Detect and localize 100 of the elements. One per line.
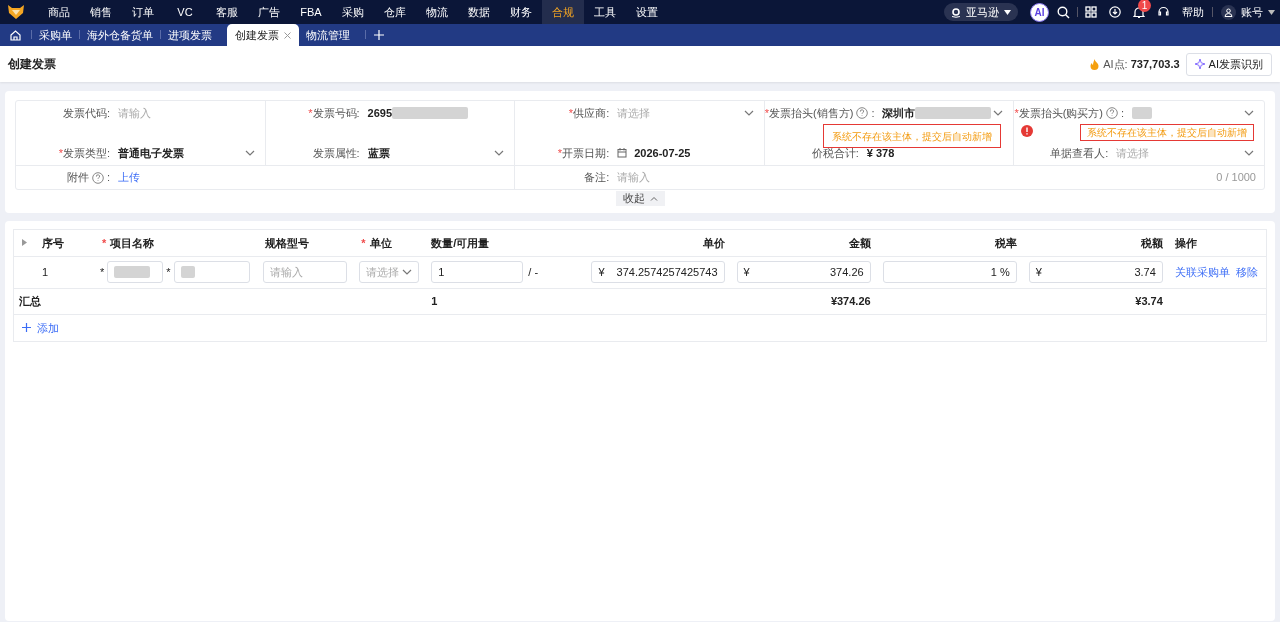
column-header: 项目名称 [110, 236, 155, 249]
input-field[interactable] [107, 261, 164, 283]
nav-item[interactable]: 客服 [206, 0, 248, 24]
field-value: 2695 [367, 105, 393, 121]
page-tab[interactable]: 创建发票 [227, 24, 299, 46]
flame-icon [1090, 58, 1100, 70]
warning-message: 系统不存在该主体，提交后自动新增 [1080, 124, 1254, 141]
field-label: 价税合计 [811, 145, 856, 161]
required-mark: * [58, 145, 63, 161]
chevron-down-icon [244, 150, 255, 156]
marketplace-selector[interactable]: 亚马逊 [944, 3, 1018, 21]
chevron-down-icon [494, 150, 505, 156]
field-label: 发票类型 [62, 145, 107, 161]
table-cell: ¥374.26 [830, 294, 871, 307]
redacted-block [114, 266, 151, 278]
nav-item[interactable]: FBA [290, 0, 332, 24]
ai-button[interactable]: AI [1030, 2, 1049, 22]
warning-message: 系统不存在该主体，提交后自动新增 [822, 124, 1001, 148]
help-link[interactable]: 帮助 [1182, 3, 1204, 21]
select-field[interactable]: 深圳市 [882, 104, 1004, 122]
available-quantity: / - [528, 264, 539, 280]
nav-item[interactable]: 工具 [584, 0, 626, 24]
field-label: 发票号码 [312, 105, 357, 121]
chevron-down-icon [743, 110, 754, 116]
account-menu[interactable]: 账号 [1241, 3, 1263, 21]
field-label: 发票属性 [312, 145, 357, 161]
apps-grid-icon[interactable] [1085, 6, 1097, 18]
redacted-block [180, 266, 195, 278]
search-icon[interactable] [1057, 5, 1070, 19]
input-field[interactable]: 1 [431, 261, 524, 283]
home-icon[interactable] [10, 30, 21, 41]
upload-link[interactable]: 上传 [118, 169, 140, 186]
ai-points-label: AI点: [1103, 56, 1128, 72]
nav-item[interactable]: 商品 [38, 0, 80, 24]
avatar-icon[interactable] [1221, 4, 1236, 20]
label-colon: : [1121, 105, 1125, 121]
download-icon[interactable] [1109, 6, 1121, 18]
nav-item[interactable]: 采购 [332, 0, 374, 24]
headset-icon[interactable] [1157, 6, 1170, 18]
table-cell: 1 [431, 294, 438, 307]
nav-item[interactable]: 销售 [80, 0, 122, 24]
field-label: 供应商 [573, 105, 607, 121]
nav-item[interactable]: 数据 [458, 0, 500, 24]
chevron-down-icon [402, 269, 413, 275]
label-colon: : [606, 105, 610, 121]
required-mark: * [361, 236, 366, 249]
input-field[interactable]: ¥ 374.26 [736, 261, 871, 283]
select-field[interactable]: 普通电子发票 [118, 144, 255, 162]
nav-item[interactable]: 财务 [500, 0, 542, 24]
add-row-button[interactable]: 添加 [22, 319, 59, 336]
label-colon: : [871, 105, 875, 121]
nav-item[interactable]: VC [164, 0, 206, 24]
required-mark: * [100, 264, 105, 280]
input-field[interactable]: ¥ 3.74 [1028, 261, 1163, 283]
page-tab[interactable]: 物流管理 [299, 24, 357, 46]
nav-item[interactable]: 合规 [542, 0, 584, 24]
column-header: 税率 [994, 236, 1017, 249]
column-header: 单价 [702, 236, 725, 249]
column-header: 规格型号 [265, 236, 310, 249]
field-value: ¥ 378 [866, 145, 895, 161]
page-tab[interactable]: 进项发票 [161, 24, 219, 46]
label-colon: : [356, 145, 360, 161]
field-label: 附件 [66, 170, 89, 186]
nav-item[interactable]: 物流 [416, 0, 458, 24]
expand-icon[interactable] [22, 239, 27, 247]
ai-points-value: 737,703.3 [1130, 56, 1180, 72]
page-tab[interactable]: 海外仓备货单 [80, 24, 160, 46]
column-header: 数量/可用量 [431, 236, 490, 249]
table-cell: ¥3.74 [1135, 294, 1163, 307]
input-field[interactable]: 1 % [882, 261, 1017, 283]
collapse-button[interactable]: 收起 [615, 191, 665, 206]
plus-icon [22, 323, 31, 333]
field-label: 备注: [583, 170, 610, 186]
page-tab[interactable]: 采购单 [32, 24, 79, 46]
column-header: 操作 [1174, 236, 1197, 249]
action-link[interactable]: 移除 [1235, 263, 1258, 281]
input-field[interactable] [173, 261, 250, 283]
date-picker[interactable]: 2026-07-25 [617, 144, 754, 162]
nav-item[interactable]: 仓库 [374, 0, 416, 24]
field-label: 发票代码 [62, 105, 107, 121]
label-colon: : [106, 170, 110, 186]
action-link[interactable]: 关联采购单 [1174, 263, 1230, 281]
close-icon[interactable] [284, 31, 291, 39]
nav-item[interactable]: 设置 [626, 0, 668, 24]
column-header: 单位 [369, 236, 392, 249]
required-mark: * [764, 105, 770, 121]
required-mark: * [308, 105, 313, 121]
ai-recognize-button[interactable]: AI发票识别 [1185, 52, 1272, 76]
add-tab-icon[interactable] [374, 30, 384, 40]
chevron-down-icon [1244, 150, 1254, 156]
select-field[interactable] [1132, 104, 1254, 122]
required-mark: * [166, 264, 171, 280]
column-header: 税额 [1140, 236, 1163, 249]
sparkle-icon [1194, 59, 1205, 69]
nav-item[interactable]: 广告 [248, 0, 290, 24]
nav-item[interactable]: 订单 [122, 0, 164, 24]
field-label: 开票日期 [562, 145, 607, 161]
calendar-icon [617, 148, 628, 158]
select-field[interactable]: 蓝票 [367, 144, 505, 162]
input-field[interactable]: ¥ 374.2574257425743 [591, 261, 725, 283]
